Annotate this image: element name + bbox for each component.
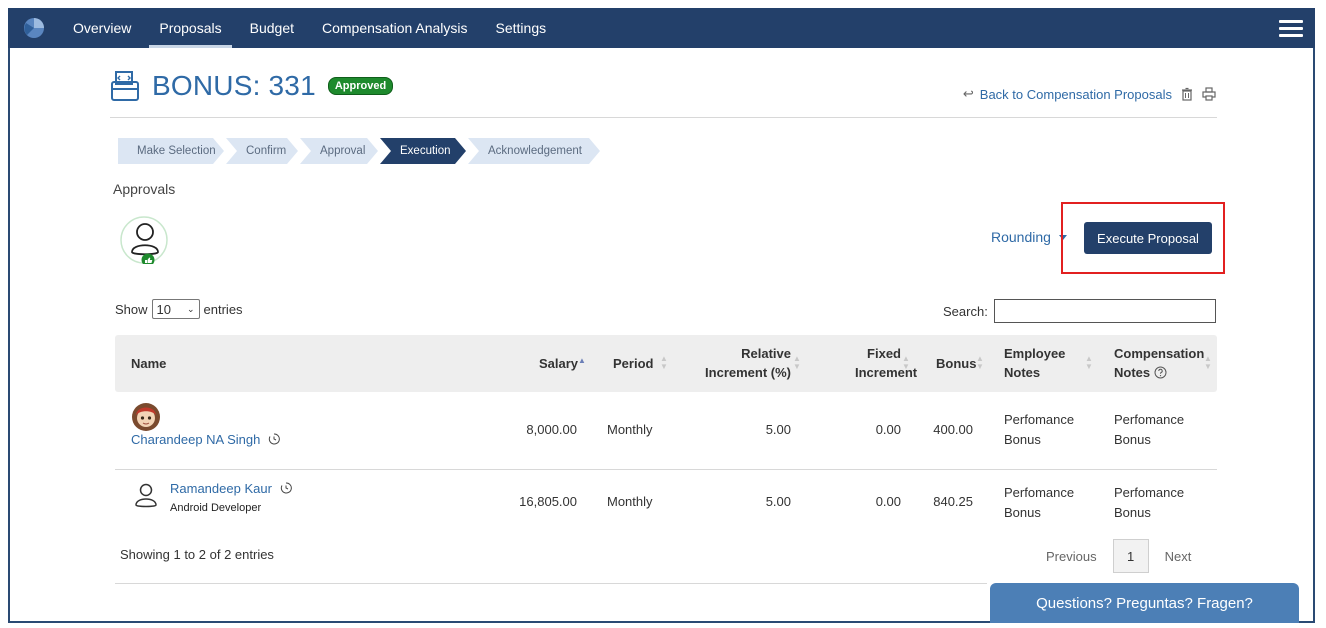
step-execution[interactable]: Execution (380, 138, 466, 164)
sort-icon: ▲ ▼ (1204, 354, 1212, 371)
column-header-compensation-notes[interactable]: Compensation Notes (1114, 344, 1206, 382)
entries-select-value: 10 (156, 301, 171, 317)
workflow-steps: Make Selection Confirm Approval Executio… (118, 138, 602, 164)
nav-tab-settings[interactable]: Settings (482, 8, 561, 48)
table-row: Ramandeep Kaur Android Developer 16,805.… (115, 472, 1217, 542)
step-make-selection[interactable]: Make Selection (118, 138, 224, 164)
user-approved-icon[interactable] (120, 216, 168, 264)
history-icon[interactable] (280, 482, 292, 494)
employee-name-cell: Charandeep NA Singh (131, 430, 280, 450)
bonus-cell: 400.00 (933, 422, 973, 437)
step-confirm[interactable]: Confirm (226, 138, 298, 164)
period-cell: Monthly (607, 494, 653, 509)
compensation-notes-cell: Perfomance Bonus (1114, 412, 1185, 447)
chevron-down-icon: ⌄ (186, 303, 195, 314)
fixed-increment-cell: 0.00 (875, 494, 901, 509)
column-header-name[interactable]: Name (131, 354, 166, 373)
employee-job-title: Android Developer (170, 502, 262, 514)
table-info: Showing 1 to 2 of 2 entries (120, 547, 274, 562)
execute-proposal-button[interactable]: Execute Proposal (1084, 222, 1212, 254)
sort-asc-icon: ▲ (578, 356, 586, 365)
app-logo-icon[interactable] (23, 17, 45, 39)
top-nav: Overview Proposals Budget Compensation A… (8, 8, 1315, 48)
step-acknowledgement[interactable]: Acknowledgement (468, 138, 600, 164)
help-icon[interactable] (1154, 366, 1167, 379)
sort-icon: ▲ ▼ (660, 354, 668, 371)
sort-icon: ▲ ▼ (1085, 354, 1093, 371)
nav-tab-proposals[interactable]: Proposals (145, 8, 235, 48)
table-header: Name Salary ▲ Period ▲ ▼ Relative Increme… (115, 335, 1217, 392)
hamburger-icon[interactable] (1279, 20, 1303, 37)
entries-length-control: Show 10 ⌄ entries (115, 299, 243, 319)
salary-cell: 16,805.00 (519, 494, 577, 509)
entries-label: entries (203, 301, 243, 317)
back-to-proposals-link[interactable]: Back to Compensation Proposals (980, 87, 1172, 102)
column-header-salary[interactable]: Salary (539, 354, 578, 373)
table-row: Charandeep NA Singh 8,000.00 Monthly 5.0… (115, 400, 1217, 470)
approvals-label: Approvals (113, 181, 176, 197)
nav-tab-budget[interactable]: Budget (236, 8, 308, 48)
sort-icon: ▲ ▼ (976, 354, 984, 371)
relative-increment-cell: 5.00 (765, 494, 791, 509)
column-header-relative-increment[interactable]: Relative Increment (%) (699, 344, 791, 382)
trash-icon[interactable] (1180, 87, 1194, 101)
column-header-employee-notes[interactable]: Employee Notes (1004, 344, 1074, 382)
fixed-increment-cell: 0.00 (875, 422, 901, 437)
column-header-bonus[interactable]: Bonus (936, 354, 976, 373)
sort-icon: ▲ ▼ (793, 354, 801, 371)
column-header-period[interactable]: Period (613, 354, 653, 373)
next-page-button[interactable]: Next (1165, 549, 1192, 564)
page-header: BONUS: 331 Approved (110, 70, 394, 102)
relative-increment-cell: 5.00 (765, 422, 791, 437)
search-input[interactable] (993, 299, 1216, 323)
header-divider (110, 117, 1217, 118)
status-badge: Approved (327, 77, 394, 95)
show-label: Show (115, 301, 148, 317)
search-label: Search: (943, 303, 988, 319)
column-header-fixed-increment[interactable]: Fixed Increment (855, 344, 917, 382)
print-icon[interactable] (1202, 87, 1216, 101)
table-search: Search: (943, 299, 1216, 323)
entries-select[interactable]: 10 ⌄ (151, 299, 200, 319)
bonus-cell: 840.25 (933, 494, 973, 509)
footer-divider (115, 583, 987, 584)
nav-tab-compensation-analysis[interactable]: Compensation Analysis (308, 8, 482, 48)
history-icon[interactable] (268, 433, 280, 445)
employee-name-cell: Ramandeep Kaur (170, 479, 292, 499)
page-1-button[interactable]: 1 (1112, 539, 1149, 573)
employee-notes-cell: Perfomance Bonus (1004, 485, 1075, 520)
avatar (132, 403, 160, 431)
employee-name-link[interactable]: Charandeep NA Singh (131, 432, 260, 447)
salary-cell: 8,000.00 (526, 422, 577, 437)
sort-icon: ▲ ▼ (902, 354, 910, 371)
step-approval[interactable]: Approval (300, 138, 378, 164)
pagination: Previous 1 Next (1046, 539, 1191, 573)
user-icon (135, 483, 157, 508)
chat-widget-button[interactable]: Questions? Preguntas? Fragen? (990, 583, 1299, 623)
back-arrow-icon: ↩ (962, 86, 974, 101)
header-actions: ↩ Back to Compensation Proposals (963, 86, 1216, 102)
compensation-notes-cell: Perfomance Bonus (1114, 485, 1185, 520)
rounding-label: Rounding (991, 229, 1051, 245)
previous-page-button[interactable]: Previous (1046, 549, 1097, 564)
employee-notes-cell: Perfomance Bonus (1004, 412, 1075, 447)
nav-tab-overview[interactable]: Overview (59, 8, 145, 48)
employee-name-link[interactable]: Ramandeep Kaur (170, 481, 272, 496)
rounding-dropdown[interactable]: Rounding (991, 229, 1067, 245)
page-title: BONUS: 331 (152, 70, 316, 101)
row-divider (115, 469, 1217, 470)
period-cell: Monthly (607, 422, 653, 437)
proposal-document-icon (111, 71, 139, 101)
